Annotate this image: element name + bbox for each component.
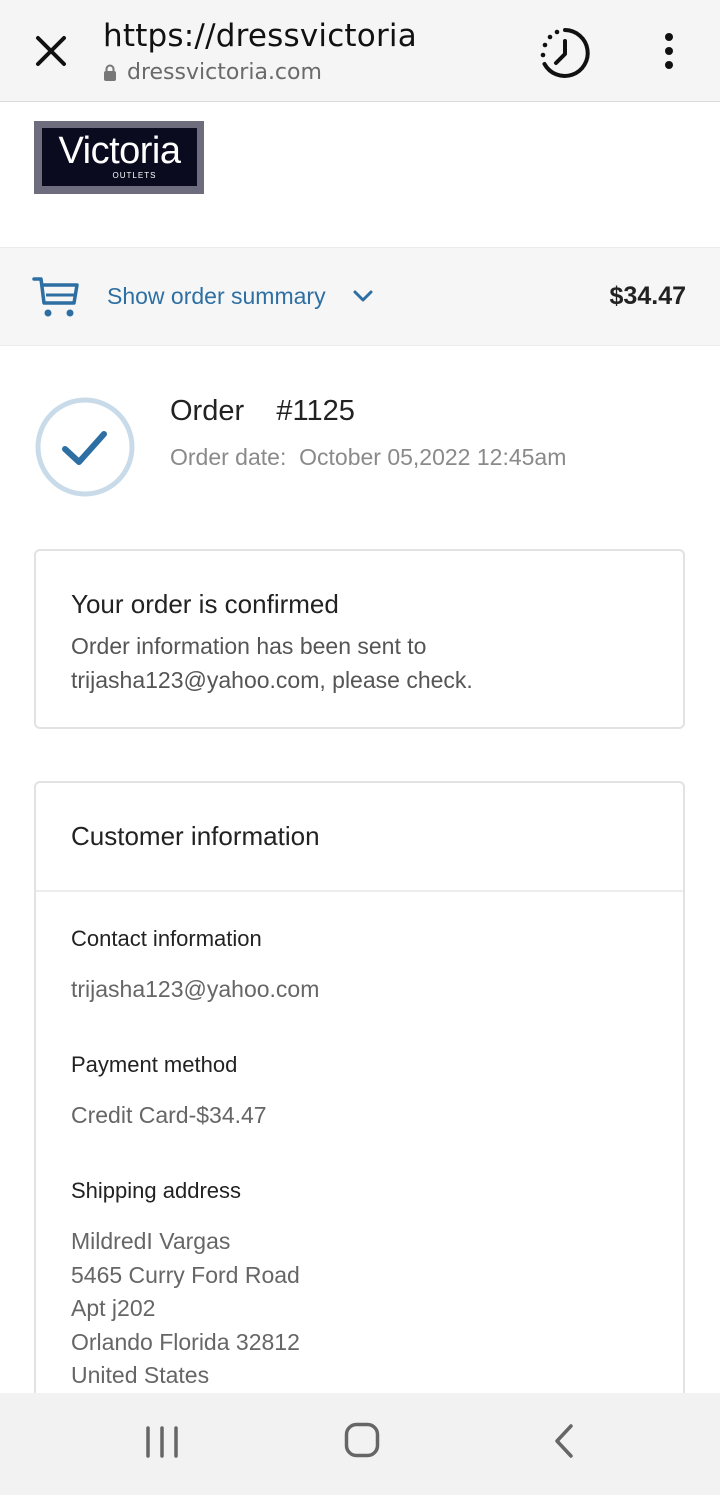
shipping-address-label: Shipping address xyxy=(71,1178,242,1203)
history-button[interactable] xyxy=(536,24,594,82)
contact-email: trijasha123@yahoo.com xyxy=(71,976,320,1002)
confirmation-title: Your order is confirmed xyxy=(71,589,339,619)
address-line: Apt j202 xyxy=(71,1295,156,1321)
check-circle-icon xyxy=(35,397,135,497)
order-total: $34.47 xyxy=(609,282,686,310)
logo-box: Victoria OUTLETS xyxy=(42,128,197,186)
contact-information-label: Contact information xyxy=(71,926,262,951)
customer-information-card: Customer information Contact information… xyxy=(34,781,685,1481)
payment-method-value: Credit Card-$34.47 xyxy=(71,1102,267,1128)
order-date: Order date: October 05,2022 12:45am xyxy=(170,444,566,471)
page-domain[interactable]: dressvictoria.com xyxy=(103,60,322,85)
recent-apps-icon[interactable] xyxy=(144,1425,180,1459)
customer-information-title: Customer information xyxy=(71,821,320,851)
system-navigation-bar xyxy=(0,1393,720,1495)
chevron-down-icon xyxy=(353,290,373,302)
menu-dot-icon xyxy=(665,33,673,41)
payment-method-label: Payment method xyxy=(71,1052,238,1077)
more-options-button[interactable] xyxy=(652,28,686,74)
store-logo[interactable]: Victoria OUTLETS xyxy=(34,121,204,194)
logo-sub-text: OUTLETS xyxy=(112,171,157,180)
shipping-address: MildredI Vargas 5465 Curry Ford Road Apt… xyxy=(71,1225,300,1393)
logo-main-text: Victoria xyxy=(58,130,181,172)
back-icon[interactable] xyxy=(552,1423,576,1459)
confirmation-message: Order information has been sent to trija… xyxy=(71,633,473,693)
show-order-summary-link[interactable]: Show order summary xyxy=(107,283,326,310)
address-line: Orlando Florida 32812 xyxy=(71,1328,300,1355)
home-icon[interactable] xyxy=(344,1422,380,1458)
menu-dot-icon xyxy=(665,47,673,55)
domain-text: dressvictoria.com xyxy=(127,60,322,85)
order-summary-toggle[interactable]: Show order summary $34.47 xyxy=(0,247,720,346)
cart-icon xyxy=(32,277,79,317)
close-icon xyxy=(36,36,66,66)
close-tab-button[interactable] xyxy=(28,28,74,74)
lock-icon xyxy=(104,64,116,81)
order-confirmed-card: Your order is confirmed Order informatio… xyxy=(34,549,685,729)
order-date-value: October 05,2022 12:45am xyxy=(299,444,567,470)
menu-dot-icon xyxy=(665,61,673,69)
address-line: 5465 Curry Ford Road xyxy=(71,1261,300,1288)
address-line: MildredI Vargas xyxy=(71,1228,231,1254)
address-line: United States xyxy=(71,1362,210,1388)
page-url-title[interactable]: https://dressvictoria xyxy=(103,18,417,54)
order-number: Order #1125 xyxy=(170,395,355,427)
history-icon xyxy=(540,28,590,78)
customer-card-header: Customer information xyxy=(36,783,683,892)
browser-toolbar: https://dressvictoria dressvictoria.com xyxy=(0,0,720,102)
order-date-label: Order date: xyxy=(170,444,287,470)
